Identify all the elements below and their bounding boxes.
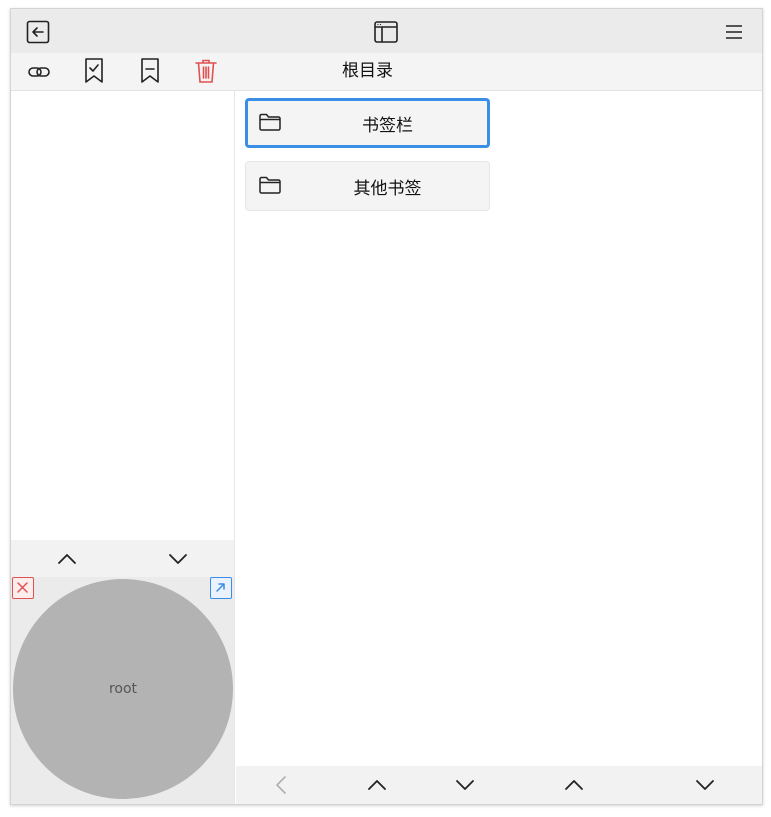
bottom-nav-bar — [236, 766, 762, 804]
chevron-down-icon — [169, 554, 187, 564]
menu-button[interactable] — [723, 21, 745, 43]
window-layout-icon — [374, 21, 398, 43]
left-panel: root — [11, 91, 235, 804]
scroll-up-button[interactable] — [367, 775, 387, 795]
bookmark-manager-window: 根目录 root 书签栏 其他书签 — [10, 8, 763, 805]
trash-icon — [195, 59, 217, 83]
folder-list-panel: 书签栏 其他书签 — [236, 91, 762, 804]
chevron-down-icon — [456, 780, 474, 790]
chevron-left-icon — [276, 776, 286, 794]
copy-link-button[interactable] — [26, 59, 52, 85]
layout-toggle-button[interactable] — [373, 19, 399, 45]
left-nav-bar — [11, 540, 234, 577]
folder-icon — [259, 176, 281, 198]
scroll-down-button[interactable] — [455, 775, 475, 795]
chevron-up-icon — [565, 780, 583, 790]
folder-item-bookmarks-bar[interactable]: 书签栏 — [245, 98, 490, 148]
back-icon — [26, 20, 50, 44]
folder-icon — [259, 113, 281, 135]
close-icon — [17, 582, 28, 593]
open-node-button[interactable] — [210, 577, 232, 599]
folder-item-other-bookmarks[interactable]: 其他书签 — [245, 161, 490, 211]
chevron-down-icon — [696, 780, 714, 790]
node-preview: root — [11, 577, 234, 804]
menu-icon — [726, 25, 742, 39]
back-button[interactable] — [25, 19, 51, 45]
chevron-up-icon — [58, 554, 76, 564]
top-bar — [11, 9, 762, 53]
chevron-up-icon — [368, 780, 386, 790]
root-node-circle[interactable]: root — [13, 579, 233, 799]
link-icon — [28, 67, 50, 77]
move-down-button[interactable] — [695, 775, 715, 795]
move-up-button[interactable] — [564, 775, 584, 795]
toolbar: 根目录 — [11, 53, 762, 91]
bookmark-check-icon — [85, 58, 103, 83]
folder-label: 其他书签 — [353, 178, 422, 199]
remove-bookmark-button[interactable] — [138, 57, 162, 85]
go-back-folder-button[interactable] — [274, 775, 288, 795]
left-scroll-down-button[interactable] — [168, 549, 188, 569]
left-scroll-up-button[interactable] — [57, 549, 77, 569]
add-bookmark-button[interactable] — [82, 57, 106, 85]
root-node-label: root — [108, 681, 138, 697]
bookmark-minus-icon — [141, 58, 159, 83]
folder-label: 书签栏 — [362, 115, 413, 136]
close-preview-button[interactable] — [12, 577, 34, 599]
left-item-list[interactable] — [11, 91, 234, 540]
open-external-icon — [216, 583, 225, 592]
delete-button[interactable] — [194, 57, 218, 85]
current-path-label: 根目录 — [342, 61, 393, 81]
